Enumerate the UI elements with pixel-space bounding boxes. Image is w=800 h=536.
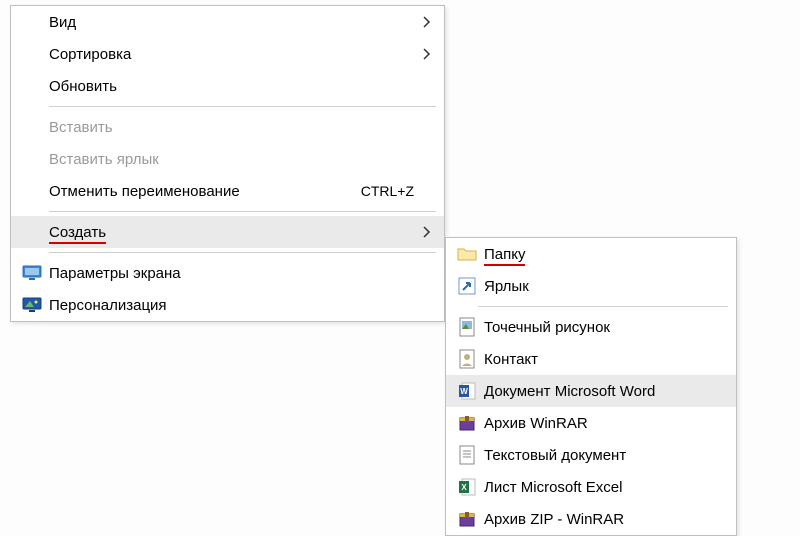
menu-item-refresh[interactable]: Обновить [11,70,444,102]
chevron-right-icon [420,16,434,28]
svg-text:X: X [461,483,467,492]
submenu-item-contact[interactable]: Контакт [446,343,736,375]
submenu-item-excel[interactable]: X Лист Microsoft Excel [446,471,736,503]
menu-label: Обновить [47,78,434,95]
menu-item-view[interactable]: Вид [11,6,444,38]
folder-icon [452,242,482,266]
context-menu: Вид Сортировка Обновить Вставить Вставит… [10,5,445,322]
svg-text:W: W [460,387,468,396]
separator [478,306,728,307]
menu-item-sort[interactable]: Сортировка [11,38,444,70]
word-icon: W [452,379,482,403]
menu-label: Вставить ярлык [47,151,434,168]
winrar-icon [452,411,482,435]
menu-label: Сортировка [47,46,420,63]
menu-label: Вставить [47,119,434,136]
menu-item-display-settings[interactable]: Параметры экрана [11,257,444,289]
blank-icon [17,220,47,244]
bitmap-icon [452,315,482,339]
submenu-item-winrar-zip[interactable]: Архив ZIP - WinRAR [446,503,736,535]
menu-label: Отменить переименование [47,183,361,200]
submenu-item-folder[interactable]: Папку [446,238,736,270]
menu-label: Папку [482,246,726,263]
shortcut-icon [452,274,482,298]
menu-item-undo-rename[interactable]: Отменить переименование CTRL+Z [11,175,444,207]
separator [49,211,436,212]
menu-item-personalize[interactable]: Персонализация [11,289,444,321]
submenu-create: Папку Ярлык Точечный рисунок Контакт W Д… [445,237,737,536]
menu-item-paste-shortcut: Вставить ярлык [11,143,444,175]
blank-icon [17,42,47,66]
blank-icon [17,10,47,34]
menu-label: Ярлык [482,278,726,295]
menu-item-paste: Вставить [11,111,444,143]
blank-icon [17,115,47,139]
menu-label: Создать [47,224,420,241]
blank-icon [17,74,47,98]
display-settings-icon [17,261,47,285]
contact-icon [452,347,482,371]
menu-label: Контакт [482,351,726,368]
submenu-item-text-doc[interactable]: Текстовый документ [446,439,736,471]
personalize-icon [17,293,47,317]
submenu-item-shortcut[interactable]: Ярлык [446,270,736,302]
submenu-item-word-doc[interactable]: W Документ Microsoft Word [446,375,736,407]
blank-icon [17,147,47,171]
separator [49,252,436,253]
menu-label: Архив WinRAR [482,415,726,432]
menu-item-create[interactable]: Создать [11,216,444,248]
menu-label: Параметры экрана [47,265,434,282]
menu-label: Лист Microsoft Excel [482,479,726,496]
menu-label: Архив ZIP - WinRAR [482,511,726,528]
submenu-item-winrar[interactable]: Архив WinRAR [446,407,736,439]
text-doc-icon [452,443,482,467]
separator [49,106,436,107]
submenu-item-bitmap[interactable]: Точечный рисунок [446,311,736,343]
shortcut-label: CTRL+Z [361,183,434,199]
menu-label: Вид [47,14,420,31]
menu-label: Документ Microsoft Word [482,383,726,400]
blank-icon [17,179,47,203]
chevron-right-icon [420,226,434,238]
menu-label: Персонализация [47,297,434,314]
winrar-zip-icon [452,507,482,531]
chevron-right-icon [420,48,434,60]
menu-label: Точечный рисунок [482,319,726,336]
menu-label: Текстовый документ [482,447,726,464]
excel-icon: X [452,475,482,499]
